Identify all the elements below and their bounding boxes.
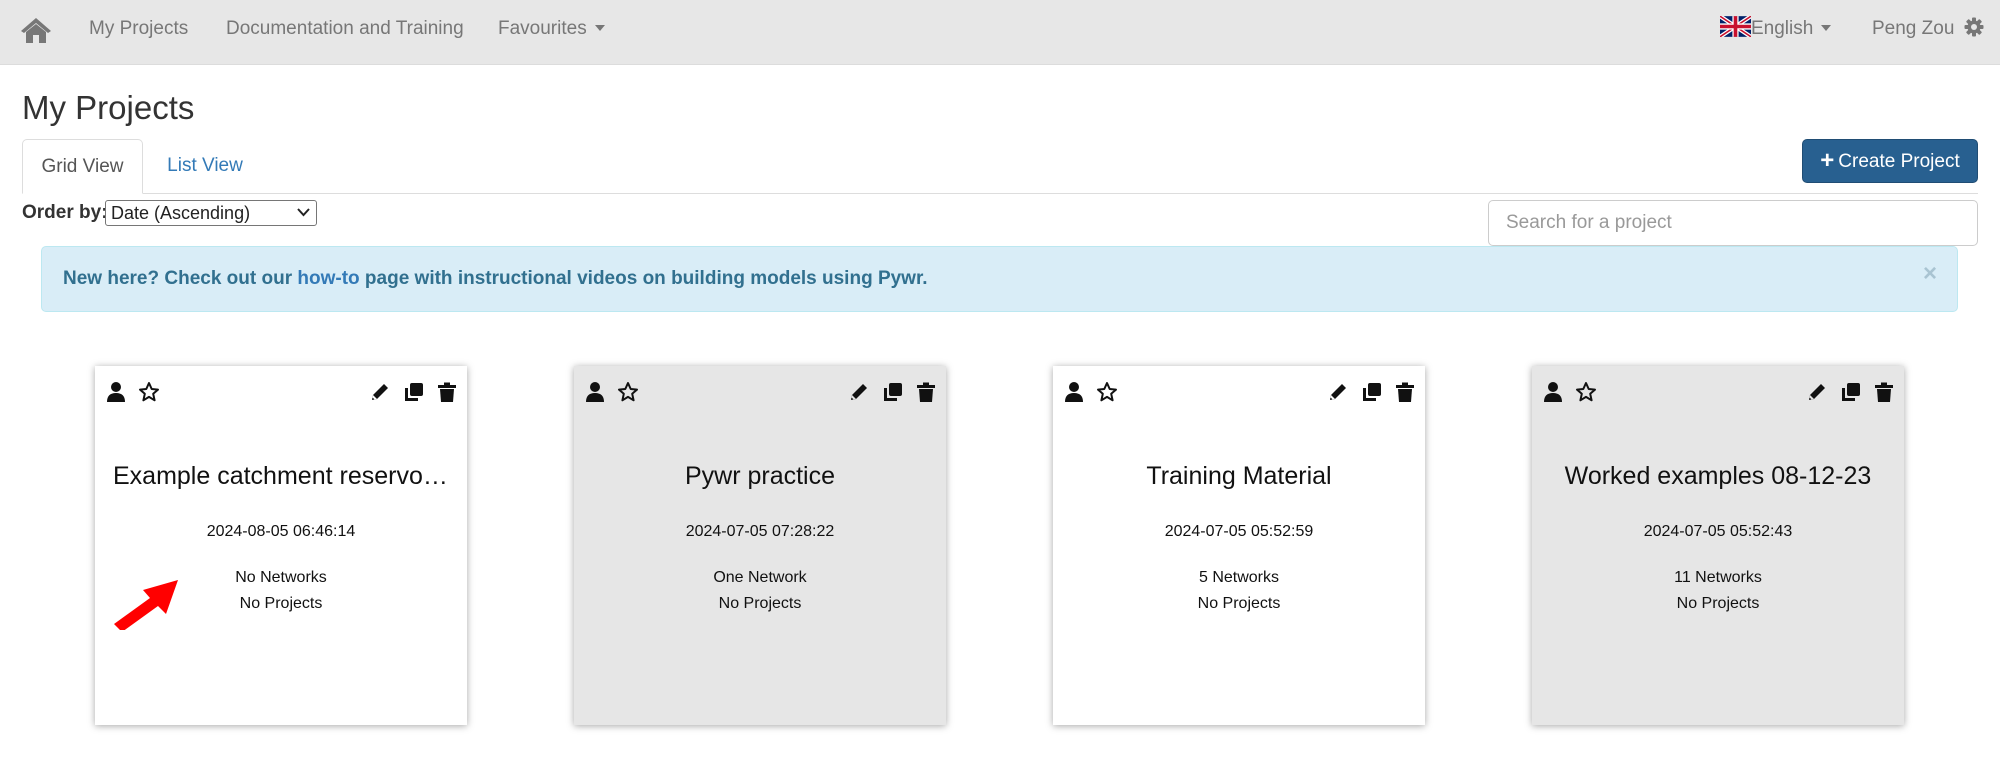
order-by-label: Order by: [22,202,108,223]
user-icon[interactable] [1063,381,1085,403]
pencil-icon[interactable] [848,381,870,403]
language-dropdown[interactable]: English [1720,0,1832,64]
project-card[interactable]: Pywr practice 2024-07-05 07:28:22 One Ne… [574,366,946,725]
star-icon[interactable] [617,381,639,403]
pencil-icon[interactable] [1806,381,1828,403]
trash-icon[interactable] [436,381,458,403]
user-icon[interactable] [105,381,127,403]
info-alert: New here? Check out our how-to page with… [41,246,1958,312]
caret-down-icon [1821,24,1832,31]
alert-text-after: page with instructional videos on buildi… [359,268,928,289]
trash-icon[interactable] [1873,381,1895,403]
pencil-icon[interactable] [1327,381,1349,403]
close-icon[interactable]: × [1923,262,1937,286]
alert-text: New here? Check out our how-to page with… [63,247,928,311]
copy-icon[interactable] [1361,381,1383,403]
nav-documentation[interactable]: Documentation and Training [226,0,464,64]
gear-icon [1964,17,1984,37]
project-title[interactable]: Worked examples 08-12-23 [1550,460,1886,492]
search-input[interactable]: Search for a project [1488,200,1978,246]
nav-favourites-dropdown[interactable]: Favourites [498,0,605,64]
project-networks: 11 Networks [1674,569,1762,586]
annotation-arrow-icon [114,580,178,630]
user-menu[interactable]: Peng Zou [1872,0,1984,64]
trash-icon[interactable] [915,381,937,403]
page-title: My Projects [22,89,195,126]
alert-text-before: New here? Check out our [63,268,298,289]
nav-my-projects[interactable]: My Projects [89,0,188,64]
project-date: 2024-08-05 06:46:14 [206,523,356,540]
project-title[interactable]: Training Material [1071,460,1407,492]
project-card[interactable]: Training Material 2024-07-05 05:52:59 5 … [1053,366,1425,725]
pencil-icon[interactable] [369,381,391,403]
home-icon[interactable] [20,16,52,44]
project-subprojects: No Projects [718,595,802,612]
star-icon[interactable] [138,381,160,403]
project-date: 2024-07-05 07:28:22 [685,523,835,540]
project-date: 2024-07-05 05:52:59 [1164,523,1314,540]
how-to-link[interactable]: how-to [297,268,359,289]
project-title[interactable]: Pywr practice [592,460,928,492]
star-icon[interactable] [1096,381,1118,403]
copy-icon[interactable] [1840,381,1862,403]
copy-icon[interactable] [882,381,904,403]
copy-icon[interactable] [403,381,425,403]
plus-icon: + [1820,147,1835,174]
star-icon[interactable] [1575,381,1597,403]
nav-favourites-label: Favourites [498,18,587,39]
user-icon[interactable] [584,381,606,403]
order-by-select[interactable]: Date (Ascending) [105,200,317,226]
chevron-down-icon [297,208,310,217]
tab-list-view[interactable]: List View [146,139,264,193]
tabs-divider [22,193,1978,194]
caret-down-icon [594,24,605,31]
tab-grid-view[interactable]: Grid View [22,139,143,194]
create-project-label: Create Project [1838,151,1960,172]
language-label: English [1751,18,1814,39]
project-subprojects: No Projects [1197,595,1281,612]
project-subprojects: No Projects [1676,595,1760,612]
project-card[interactable]: Example catchment reservoir network 2024… [95,366,467,725]
project-date: 2024-07-05 05:52:43 [1643,523,1793,540]
project-title[interactable]: Example catchment reservoir network [113,460,449,492]
trash-icon[interactable] [1394,381,1416,403]
top-navbar: My Projects Documentation and Training F… [0,0,2000,65]
order-by-value: Date (Ascending) [111,203,251,223]
create-project-button[interactable]: + Create Project [1802,139,1978,183]
uk-flag-icon [1720,16,1751,38]
project-networks: One Network [713,569,807,586]
project-card[interactable]: Worked examples 08-12-23 2024-07-05 05:5… [1532,366,1904,725]
user-icon[interactable] [1542,381,1564,403]
project-networks: 5 Networks [1198,569,1280,586]
user-name: Peng Zou [1872,18,1955,39]
